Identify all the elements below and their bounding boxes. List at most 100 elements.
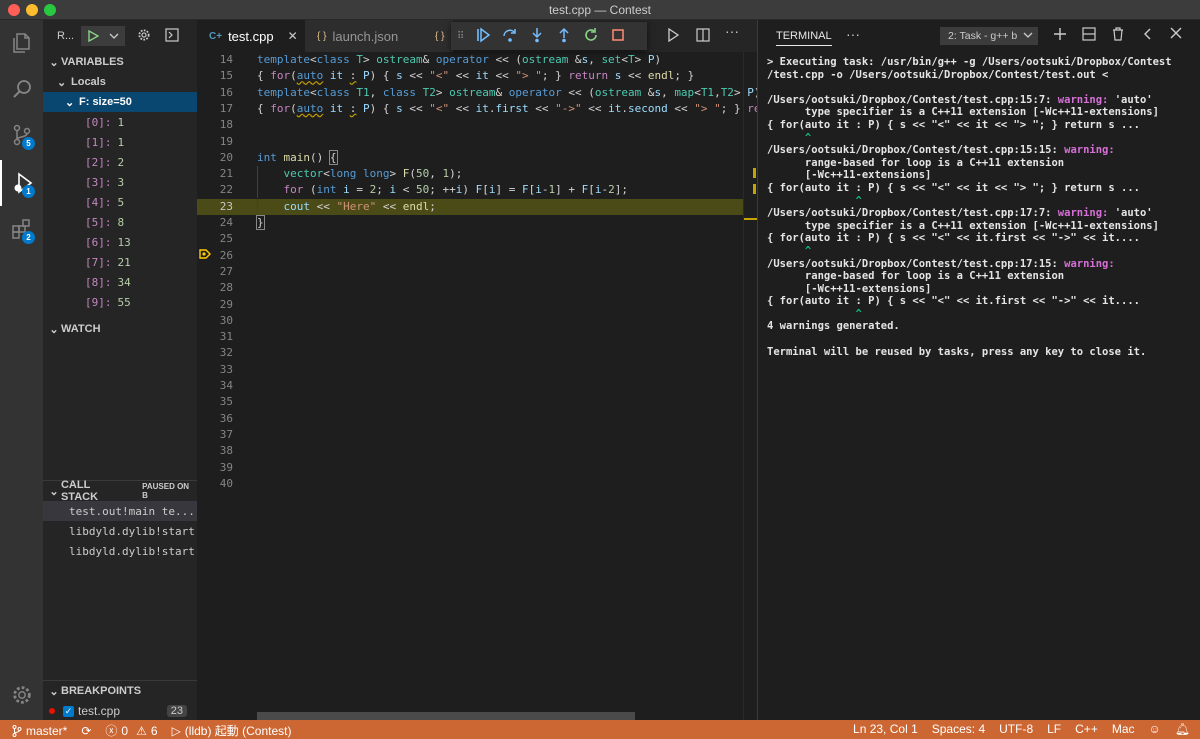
code-line[interactable]: 31 bbox=[197, 329, 743, 345]
code-line[interactable]: 38 bbox=[197, 443, 743, 459]
code-editor[interactable]: 14 template<class T> ostream& operator <<… bbox=[197, 52, 757, 720]
notifications-bell-icon[interactable]: 🔔︎ bbox=[1175, 722, 1190, 736]
step-out-icon[interactable] bbox=[556, 27, 572, 46]
line-number[interactable]: 33 bbox=[197, 362, 233, 378]
line-number[interactable]: 19 bbox=[197, 134, 233, 150]
variable-item[interactable]: [9]: 55 bbox=[43, 292, 197, 312]
variable-item[interactable]: [3]: 3 bbox=[43, 172, 197, 192]
line-number[interactable]: 38 bbox=[197, 443, 233, 459]
variable-item[interactable]: [4]: 5 bbox=[43, 192, 197, 212]
code-line[interactable]: 27 bbox=[197, 264, 743, 280]
git-branch-indicator[interactable]: master* bbox=[12, 724, 67, 738]
variable-item[interactable]: [2]: 2 bbox=[43, 152, 197, 172]
code-line[interactable]: 26 bbox=[197, 248, 743, 264]
line-number[interactable]: 18 bbox=[197, 117, 233, 133]
code-line[interactable]: 18 bbox=[197, 117, 743, 133]
chevron-left-icon[interactable] bbox=[1142, 27, 1154, 44]
code-line[interactable]: 32 bbox=[197, 345, 743, 361]
terminal-select[interactable]: 2: Task - g++ b bbox=[940, 27, 1038, 45]
variable-item[interactable]: [7]: 21 bbox=[43, 252, 197, 272]
code-line[interactable]: 29 bbox=[197, 297, 743, 313]
explorer-icon[interactable] bbox=[0, 20, 43, 66]
line-number[interactable]: 29 bbox=[197, 297, 233, 313]
stop-icon[interactable] bbox=[610, 27, 626, 46]
stack-frame[interactable]: test.out!main te... bbox=[43, 501, 197, 521]
sync-icon[interactable]: ⟳ bbox=[81, 724, 91, 738]
variable-item[interactable]: [6]: 13 bbox=[43, 232, 197, 252]
call-stack-section-header[interactable]: ⌄ CALL STACK PAUSED ON B bbox=[43, 479, 197, 503]
split-terminal-icon[interactable] bbox=[1082, 27, 1096, 44]
line-number[interactable]: 31 bbox=[197, 329, 233, 345]
line-number[interactable]: 32 bbox=[197, 345, 233, 361]
step-over-icon[interactable] bbox=[502, 27, 518, 46]
line-number[interactable]: 34 bbox=[197, 378, 233, 394]
line-number[interactable]: 17 bbox=[197, 101, 233, 117]
code-line[interactable]: 25 bbox=[197, 231, 743, 247]
code-line[interactable]: 30 bbox=[197, 313, 743, 329]
horizontal-scrollbar[interactable] bbox=[257, 712, 635, 720]
code-line[interactable]: 24} bbox=[197, 215, 743, 231]
trash-icon[interactable] bbox=[1111, 27, 1125, 44]
line-number[interactable]: 23 bbox=[197, 199, 233, 215]
code-line[interactable]: 35 bbox=[197, 394, 743, 410]
line-number[interactable]: 24 bbox=[197, 215, 233, 231]
line-number[interactable]: 37 bbox=[197, 427, 233, 443]
watch-section-header[interactable]: ⌄ WATCH bbox=[43, 319, 100, 339]
breakpoint-checkbox[interactable]: ✓ bbox=[63, 705, 74, 717]
manage-gear-icon[interactable] bbox=[0, 672, 43, 718]
line-number[interactable]: 36 bbox=[197, 411, 233, 427]
source-control-icon[interactable]: 5 bbox=[0, 112, 43, 158]
run-debug-icon[interactable]: 1 bbox=[0, 160, 43, 206]
tab-launch-json[interactable]: { } launch.json bbox=[305, 20, 423, 52]
variables-section-header[interactable]: ⌄ VARIABLES bbox=[43, 52, 197, 72]
cursor-position[interactable]: Ln 23, Col 1 bbox=[853, 722, 918, 736]
language-mode[interactable]: C++ bbox=[1075, 722, 1098, 736]
code-line[interactable]: 34 bbox=[197, 378, 743, 394]
run-file-icon[interactable] bbox=[666, 27, 680, 45]
drag-handle-icon[interactable]: ⠿ bbox=[457, 31, 464, 42]
more-actions-icon[interactable]: ··· bbox=[846, 26, 860, 42]
code-line[interactable]: 37 bbox=[197, 427, 743, 443]
extensions-icon[interactable]: 2 bbox=[0, 206, 43, 252]
search-icon[interactable] bbox=[0, 66, 43, 112]
line-number[interactable]: 15 bbox=[197, 68, 233, 84]
line-number[interactable]: 40 bbox=[197, 476, 233, 492]
code-line[interactable]: 21 vector<long long> F(50, 1); bbox=[197, 166, 743, 182]
code-line[interactable]: 28 bbox=[197, 280, 743, 296]
debug-session-indicator[interactable]: ▷ (lldb) 起動 (Contest) bbox=[172, 722, 292, 739]
debug-config-select[interactable] bbox=[81, 26, 125, 46]
line-number[interactable]: 28 bbox=[197, 280, 233, 296]
overview-ruler[interactable] bbox=[743, 52, 757, 720]
close-icon[interactable] bbox=[1170, 27, 1182, 42]
line-number[interactable]: 39 bbox=[197, 460, 233, 476]
code-line[interactable]: 33 bbox=[197, 362, 743, 378]
tab-json-partial[interactable]: { } bbox=[423, 20, 453, 52]
code-line[interactable]: 22 for (int i = 2; i < 50; ++i) F[i] = F… bbox=[197, 182, 743, 198]
end-of-line[interactable]: LF bbox=[1047, 722, 1061, 736]
variable-item[interactable]: [8]: 34 bbox=[43, 272, 197, 292]
encoding[interactable]: UTF-8 bbox=[999, 722, 1033, 736]
code-line[interactable]: 17 { for(auto it : P) { s << "<" << it.fi… bbox=[197, 101, 757, 117]
close-icon[interactable]: ✕ bbox=[288, 29, 298, 43]
locals-scope[interactable]: ⌄ Locals bbox=[43, 72, 197, 92]
indentation[interactable]: Spaces: 4 bbox=[932, 722, 985, 736]
code-line[interactable]: 14 template<class T> ostream& operator <<… bbox=[197, 52, 743, 68]
code-line[interactable]: 20 int main() { bbox=[197, 149, 743, 166]
step-into-icon[interactable] bbox=[529, 27, 545, 46]
breakpoint-item[interactable]: ✓ test.cpp 23 bbox=[43, 701, 197, 720]
line-number[interactable]: 26 bbox=[197, 248, 233, 264]
line-number[interactable]: 14 bbox=[197, 52, 233, 68]
breakpoints-section-header[interactable]: ⌄ BREAKPOINTS bbox=[43, 681, 197, 701]
line-number[interactable]: 22 bbox=[197, 182, 233, 198]
restart-icon[interactable] bbox=[583, 27, 599, 46]
line-number[interactable]: 25 bbox=[197, 231, 233, 247]
code-line[interactable]: 40 bbox=[197, 476, 743, 492]
variable-item[interactable]: [0]: 1 bbox=[43, 112, 197, 132]
chevron-down-icon[interactable] bbox=[104, 31, 124, 41]
line-number[interactable]: 27 bbox=[197, 264, 233, 280]
continue-icon[interactable] bbox=[475, 27, 491, 46]
settings-gear-icon[interactable] bbox=[137, 28, 151, 45]
variable-item[interactable]: [5]: 8 bbox=[43, 212, 197, 232]
line-number[interactable]: 21 bbox=[197, 166, 233, 182]
line-number[interactable]: 35 bbox=[197, 394, 233, 410]
